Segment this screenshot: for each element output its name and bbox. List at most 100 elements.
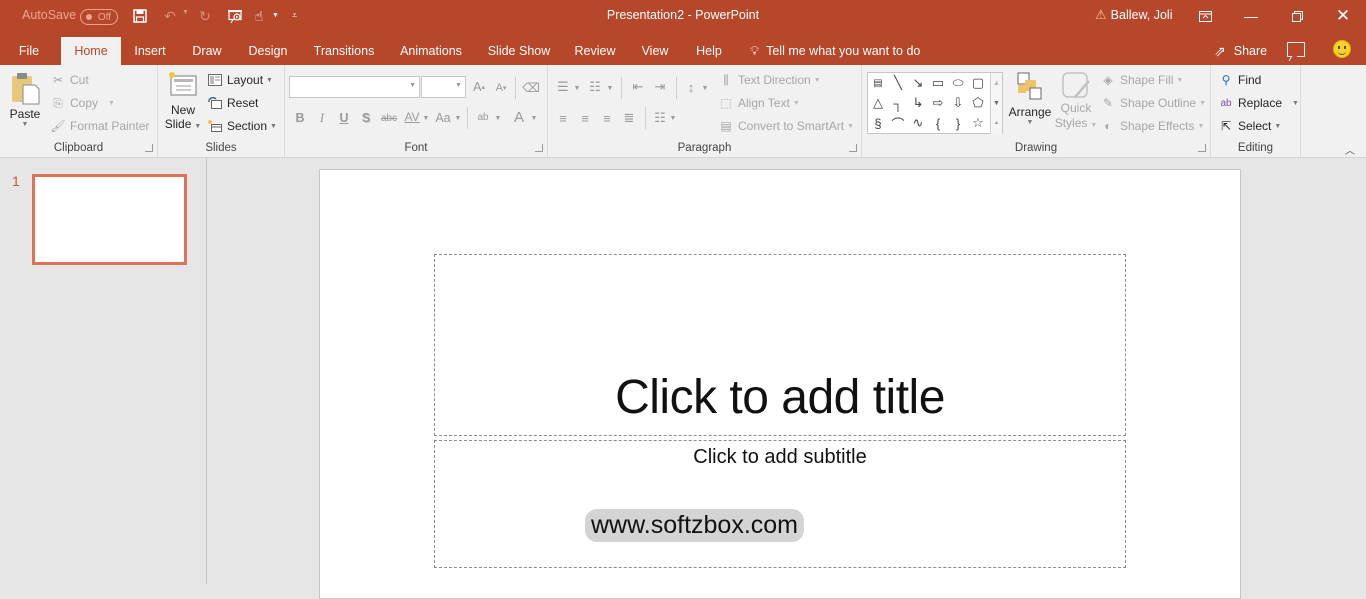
new-slide-button[interactable]: New Slide ▼ [164,71,202,141]
gallery-more-button[interactable]: ⩡ [990,113,1002,134]
title-placeholder[interactable]: Click to add title [434,254,1126,436]
oval-shape-icon[interactable]: ⬭ [949,75,967,91]
tab-home[interactable]: Home [61,37,121,65]
down-arrow-shape-icon[interactable]: ⇩ [949,95,967,111]
minimize-button[interactable]: — [1228,0,1274,32]
font-launcher-icon[interactable] [535,144,543,152]
arc-shape-icon[interactable]: ⌒ [889,115,907,132]
rectangle-shape-icon[interactable]: ▭ [929,75,947,91]
elbow-arrow-shape-icon[interactable]: ↳ [909,95,927,111]
align-left-icon[interactable]: ≡ [554,109,572,127]
freeform-shape-icon[interactable]: ⬠ [969,95,987,111]
replace-button[interactable]: ab Replace ▼ [1218,95,1299,111]
bold-button[interactable]: B [293,109,307,127]
elbow-connector-shape-icon[interactable]: ┐ [889,95,907,111]
font-size-combo[interactable]: ▼ [421,76,466,98]
font-name-dropdown-icon[interactable]: ▼ [409,82,416,89]
line-shape-icon[interactable]: ╲ [889,75,907,91]
justify-icon[interactable]: ≣ [620,109,638,127]
text-box-shape-icon[interactable]: ▤ [869,75,887,91]
arrange-button[interactable]: Arrange ▼ [1008,71,1052,143]
text-shadow-button[interactable]: S [359,109,373,127]
tab-review[interactable]: Review [572,37,618,65]
paragraph-launcher-icon[interactable] [849,144,857,152]
customize-qat-icon[interactable]: ⩡ [292,10,297,21]
comments-icon[interactable] [1287,42,1305,57]
shape-fill-button[interactable]: ◈ Shape Fill ▼ [1100,72,1183,88]
restore-button[interactable] [1274,0,1320,32]
collapse-ribbon-icon[interactable]: ︿ [1345,142,1355,157]
format-painter-button[interactable]: 🖌︎ Format Painter [50,118,149,134]
tab-view[interactable]: View [638,37,672,65]
font-name-combo[interactable]: ▼ [289,76,420,98]
clear-formatting-icon[interactable]: ⌫ [522,78,540,96]
change-case-button[interactable]: Aa [433,109,453,127]
tab-draw[interactable]: Draw [188,37,226,65]
curve-shape-icon[interactable]: ∿ [909,115,927,131]
tab-animations[interactable]: Animations [396,37,466,65]
slide-thumbnail[interactable] [32,174,187,265]
slide-canvas[interactable]: Click to add title Click to add subtitle… [319,169,1241,599]
character-spacing-dropdown-icon[interactable]: ▼ [422,111,430,125]
align-text-button[interactable]: ⬚ Align Text ▼ [718,95,799,111]
star-shape-icon[interactable]: ☆ [969,115,987,131]
shape-effects-button[interactable]: ◐ Shape Effects ▼ [1100,118,1204,134]
font-color-dropdown-icon[interactable]: ▼ [530,111,538,125]
section-button[interactable]: Section ▼ [207,118,277,134]
drawing-launcher-icon[interactable] [1198,144,1206,152]
bullets-dropdown-icon[interactable]: ▼ [573,81,581,95]
numbering-dropdown-icon[interactable]: ▼ [606,81,614,95]
triangle-shape-icon[interactable]: △ [869,95,887,111]
decrease-font-size-icon[interactable]: A ▾ [493,79,509,97]
right-arrow-shape-icon[interactable]: ⇨ [929,95,947,111]
highlight-color-button[interactable]: ab [474,108,492,126]
ribbon-display-options-button[interactable] [1182,0,1228,32]
increase-font-size-icon[interactable]: A ▴ [471,78,487,96]
increase-indent-icon[interactable]: ⇥ [651,78,669,96]
touch-mode-icon[interactable]: ☝ [250,7,268,25]
arrow-line-shape-icon[interactable]: ↘ [909,75,927,91]
numbering-icon[interactable]: ☷ [586,78,604,96]
tab-help[interactable]: Help [692,37,726,65]
select-button[interactable]: ⇱ Select ▼ [1218,118,1281,134]
feedback-smiley-icon[interactable] [1333,40,1351,58]
character-spacing-button[interactable]: AV [402,108,422,126]
tab-transitions[interactable]: Transitions [310,37,378,65]
clipboard-launcher-icon[interactable] [145,144,153,152]
align-right-icon[interactable]: ≡ [598,109,616,127]
tab-design[interactable]: Design [244,37,292,65]
tab-slide-show[interactable]: Slide Show [485,37,553,65]
layout-button[interactable]: Layout ▼ [207,72,273,88]
undo-dropdown-icon[interactable]: ▼ [182,9,189,16]
undo-icon[interactable]: ↶ [161,7,179,25]
user-account[interactable]: ⚠ Ballew, Joli [1095,7,1173,23]
cut-button[interactable]: ✂ Cut [50,72,89,88]
italic-button[interactable]: I [315,109,329,127]
convert-smartart-button[interactable]: ▤ Convert to SmartArt ▼ [718,118,854,134]
reset-button[interactable]: Reset [207,95,258,111]
underline-button[interactable]: U [337,109,351,127]
find-button[interactable]: ⚲ Find [1218,72,1262,88]
strikethrough-button[interactable]: abc [378,109,400,127]
rounded-rectangle-shape-icon[interactable]: ▢ [969,75,987,91]
gallery-scroll-up[interactable]: ▲ [990,73,1002,93]
bullets-icon[interactable]: ☰ [554,78,572,96]
columns-dropdown-icon[interactable]: ▼ [669,111,677,125]
shape-outline-button[interactable]: ✎ Shape Outline ▼ [1100,95,1206,111]
close-button[interactable]: ✕ [1320,0,1366,32]
autosave-toggle[interactable]: Off [80,9,118,25]
align-center-icon[interactable]: ≡ [576,109,594,127]
gallery-scroll-down[interactable]: ▼ [990,93,1002,113]
shapes-gallery[interactable]: ▤ ╲ ↘ ▭ ⬭ ▢ △ ┐ ↳ ⇨ ⇩ ⬠ § ⌒ ∿ { } ☆ ▲ ▼ … [867,72,1003,134]
change-case-dropdown-icon[interactable]: ▼ [454,111,462,125]
quick-styles-button[interactable]: Quick Styles ▼ [1055,71,1097,143]
touch-dropdown-icon[interactable]: ▼ [272,12,279,19]
paste-button[interactable]: Paste ▼ [8,71,42,141]
line-spacing-icon[interactable]: ↕ [682,78,700,96]
decrease-indent-icon[interactable]: ⇤ [629,78,647,96]
tab-file[interactable]: File [10,37,48,65]
tab-insert[interactable]: Insert [130,37,170,65]
font-size-dropdown-icon[interactable]: ▼ [455,82,462,89]
scribble-shape-icon[interactable]: § [869,115,887,131]
share-button[interactable]: ⇗ Share [1214,37,1267,65]
